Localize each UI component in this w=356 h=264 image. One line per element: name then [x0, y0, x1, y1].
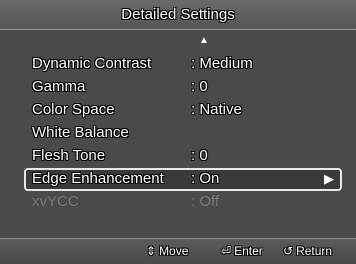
- return-icon: ↺: [283, 244, 294, 258]
- menu-item-flesh-tone[interactable]: Flesh Tone : 0: [24, 145, 342, 168]
- menu-item-value: : On: [191, 170, 220, 187]
- menu-item-dynamic-contrast[interactable]: Dynamic Contrast : Medium: [24, 53, 342, 76]
- menu-item-label: Edge Enhancement: [32, 170, 164, 187]
- menu-item-value: : Medium: [191, 55, 253, 72]
- menu-item-value: : Off: [191, 193, 220, 210]
- footer-move-label: Move: [159, 244, 189, 258]
- menu-item-label: Flesh Tone: [32, 147, 106, 164]
- footer-enter: ⏎ Enter: [221, 244, 263, 258]
- menu-item-color-space[interactable]: Color Space : Native: [24, 99, 342, 122]
- menu-item-white-balance[interactable]: White Balance: [24, 122, 342, 145]
- right-arrow-icon[interactable]: ▶: [324, 171, 334, 187]
- footer-return: ↺ Return: [283, 244, 332, 258]
- menu-item-edge-enhancement[interactable]: Edge Enhancement : On ▶: [24, 168, 342, 191]
- menu-item-label: Color Space: [32, 101, 115, 118]
- menu-item-xvycc: xvYCC : Off: [24, 191, 342, 214]
- menu-item-label: Dynamic Contrast: [32, 55, 152, 72]
- menu-item-label: xvYCC: [32, 193, 79, 210]
- enter-icon: ⏎: [221, 244, 232, 258]
- menu-item-value: : Native: [191, 101, 242, 118]
- footer-move: ⇕ Move: [146, 244, 188, 258]
- scroll-up-icon[interactable]: ▲: [199, 35, 209, 46]
- menu-item-gamma[interactable]: Gamma : 0: [24, 76, 342, 99]
- menu-item-label: White Balance: [32, 124, 129, 141]
- footer-return-label: Return: [296, 244, 333, 258]
- page-title: Detailed Settings: [121, 6, 235, 23]
- footer-enter-label: Enter: [234, 244, 263, 258]
- menu-item-value: : 0: [191, 78, 208, 95]
- menu-item-label: Gamma: [32, 78, 86, 95]
- move-icon: ⇕: [146, 244, 157, 258]
- menu-item-value: : 0: [191, 147, 208, 164]
